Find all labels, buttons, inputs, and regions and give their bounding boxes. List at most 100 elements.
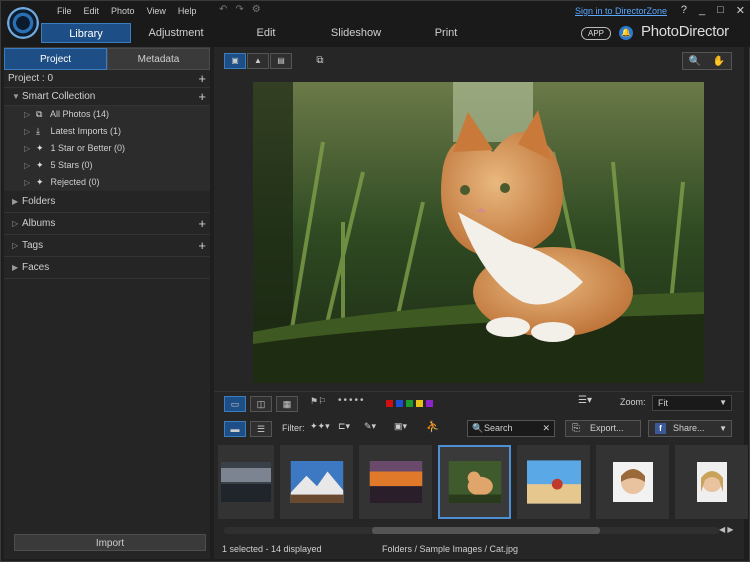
filmstrip-view-icon[interactable]: ▬ [224, 421, 246, 437]
clear-search-icon[interactable]: ✕ [542, 421, 550, 436]
filmstrip [214, 445, 748, 525]
smart-item-rejected[interactable]: ▷ ✦ Rejected (0) [4, 174, 210, 191]
flag-icon[interactable]: ⚑⚐ [310, 396, 326, 407]
filter-color-dropdown[interactable]: ▣▾ [394, 421, 407, 432]
color-label-yellow[interactable] [416, 400, 423, 407]
smart-item-latest-imports[interactable]: ▷ ⤓ Latest Imports (1) [4, 123, 210, 140]
file-path: Folders / Sample Images / Cat.jpg [382, 544, 519, 554]
faces-label: Faces [22, 262, 50, 273]
filter-rating-dropdown[interactable]: ✦✦▾ [310, 421, 330, 432]
thumbnail[interactable] [675, 445, 748, 519]
thumbnail[interactable] [359, 445, 432, 519]
photo-preview[interactable] [253, 82, 704, 383]
tab-project[interactable]: Project [4, 48, 107, 70]
list-view-icon[interactable]: ☰ [250, 421, 272, 437]
smart-item-1-star[interactable]: ▷ ✦ 1 Star or Better (0) [4, 140, 210, 157]
color-label-green[interactable] [406, 400, 413, 407]
import-button[interactable]: Import [14, 534, 206, 551]
chevron-down-icon[interactable]: ▼ [719, 421, 727, 436]
tab-print[interactable]: Print [401, 23, 491, 43]
scroll-arrows: ◀ ▶ [719, 525, 734, 534]
compare-view-icon[interactable]: ⧉ [310, 53, 330, 69]
color-label-picker[interactable] [386, 400, 436, 407]
add-smart-collection-icon[interactable]: + [198, 88, 206, 106]
rating-dots[interactable]: ••••• [338, 395, 366, 406]
settings-gear-icon[interactable]: ⚙ [252, 4, 261, 15]
menu-view[interactable]: View [141, 5, 172, 17]
filter-label: Filter: [282, 423, 305, 433]
smart-collection-label: Smart Collection [22, 91, 96, 102]
minimize-button[interactable]: _ [699, 4, 705, 17]
thumbnail[interactable] [218, 445, 274, 519]
photos-icon: ⧉ [36, 109, 43, 119]
single-view-icon[interactable]: ▭ [224, 396, 246, 412]
split-view-icon[interactable]: ◫ [250, 396, 272, 412]
menu-edit[interactable]: Edit [78, 5, 106, 17]
viewer-mode-icon[interactable]: ▲ [247, 53, 269, 69]
scroll-left-icon[interactable]: ◀ [719, 525, 725, 534]
left-panel: Project Metadata Project : 0 + ▼ Smart Co… [4, 47, 210, 559]
star-icon: ✦ [36, 143, 44, 153]
smart-item-5-stars[interactable]: ▷ ✦ 5 Stars (0) [4, 157, 210, 174]
share-button[interactable]: f Share... ▼ [648, 420, 732, 437]
search-icon: 🔍 [472, 423, 484, 433]
search-input[interactable]: 🔍 Search ✕ [467, 420, 555, 437]
facebook-icon: f [655, 423, 666, 434]
smart-collection-header[interactable]: ▼ Smart Collection + [4, 88, 210, 106]
zoom-select[interactable]: Fit ▼ [652, 395, 732, 411]
grid-view-icon[interactable]: ▤ [270, 53, 292, 69]
albums-header[interactable]: ▷ Albums + [4, 213, 210, 235]
color-label-purple[interactable] [426, 400, 433, 407]
maximize-button[interactable]: □ [717, 4, 724, 17]
thumbnail[interactable] [596, 445, 669, 519]
menu-photo[interactable]: Photo [105, 5, 141, 17]
filter-edit-dropdown[interactable]: ✎▾ [364, 421, 376, 432]
thumbnail[interactable] [280, 445, 353, 519]
thumbnail-image [612, 462, 653, 502]
add-tag-icon[interactable]: + [198, 235, 206, 257]
hand-pan-icon[interactable]: ✋ [713, 56, 725, 67]
close-button[interactable]: ✕ [736, 4, 745, 17]
collapsed-arrow-icon: ▶ [12, 263, 19, 272]
tab-adjustment[interactable]: Adjustment [131, 23, 221, 43]
app-button[interactable]: APP [581, 27, 611, 40]
sort-icon[interactable]: ☰▾ [578, 395, 592, 406]
color-label-red[interactable] [386, 400, 393, 407]
scrollbar-thumb[interactable] [372, 527, 600, 534]
redo-icon[interactable]: ↷ [235, 4, 243, 15]
tab-library[interactable]: Library [41, 23, 131, 43]
tab-metadata[interactable]: Metadata [107, 48, 210, 70]
loupe-view-icon[interactable]: ▣ [224, 53, 246, 69]
view-mode-toolbar: ▣ ▲ ▤ [224, 53, 293, 69]
scroll-right-icon[interactable]: ▶ [727, 525, 733, 534]
tab-edit[interactable]: Edit [221, 23, 311, 43]
filmstrip-scrollbar[interactable] [224, 527, 719, 534]
folders-header[interactable]: ▶ Folders [4, 191, 210, 213]
multi-view-icon[interactable]: ▦ [276, 396, 298, 412]
project-header[interactable]: Project : 0 + [4, 70, 210, 88]
menu-file[interactable]: File [51, 5, 78, 17]
smart-item-all-photos[interactable]: ▷ ⧉ All Photos (14) [4, 106, 210, 123]
undo-icon[interactable]: ↶ [219, 4, 227, 15]
tab-slideshow[interactable]: Slideshow [311, 23, 401, 43]
filter-flag-dropdown[interactable]: ⊏▾ [338, 421, 350, 432]
menu-help[interactable]: Help [172, 5, 203, 17]
faces-header[interactable]: ▶ Faces [4, 257, 210, 279]
help-button[interactable]: ? [681, 4, 687, 17]
export-icon: ⎘ [572, 423, 580, 434]
notification-bell-icon[interactable]: 🔔 [619, 26, 633, 40]
add-project-icon[interactable]: + [198, 70, 206, 88]
main-view: ▣ ▲ ▤ ⧉ 🔍 ✋ ▭ ◫ ▦ ⚑⚐ ••••• ☰▾ Zoom: Fit … [214, 47, 748, 559]
add-album-icon[interactable]: + [198, 213, 206, 235]
color-label-blue[interactable] [396, 400, 403, 407]
magnifier-icon[interactable]: 🔍 [689, 56, 701, 67]
export-button[interactable]: ⎘ Export... [565, 420, 641, 437]
menu-bar: File Edit Photo View Help [51, 5, 202, 17]
signin-link[interactable]: Sign in to DirectorZone [575, 6, 667, 16]
viewer-controls: ▭ ◫ ▦ ⚑⚐ ••••• ☰▾ Zoom: Fit ▼ [214, 391, 744, 415]
thumbnail[interactable] [517, 445, 590, 519]
tags-header[interactable]: ▷ Tags + [4, 235, 210, 257]
thumbnail-selected[interactable] [438, 445, 511, 519]
add-person-icon[interactable]: ⛹ [426, 420, 440, 433]
cat-photo [253, 82, 704, 383]
